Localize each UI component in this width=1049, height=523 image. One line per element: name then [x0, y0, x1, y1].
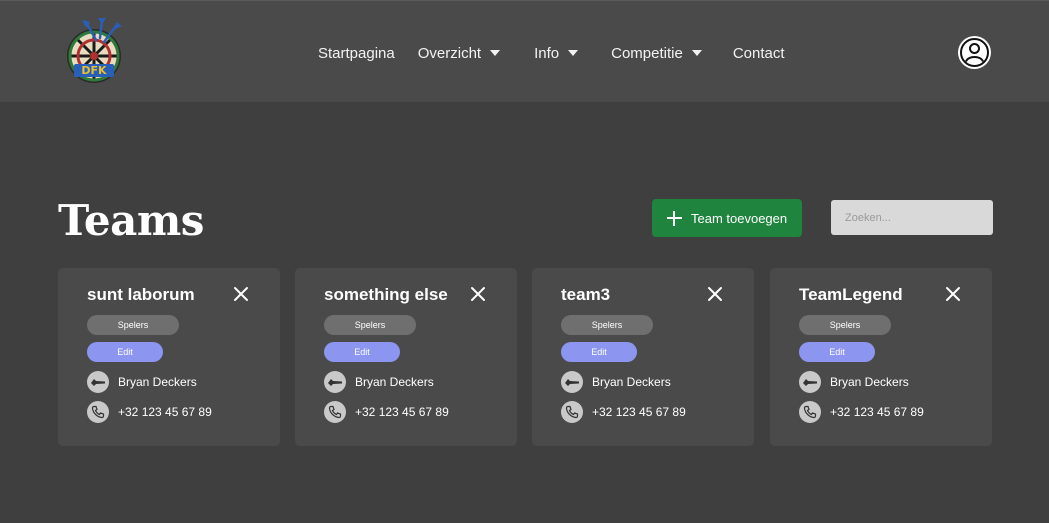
phone-icon	[324, 401, 346, 423]
nav-contact-label: Contact	[732, 44, 785, 62]
caret-down-icon	[568, 50, 579, 56]
captain-row: Bryan Deckers	[87, 371, 197, 393]
phone-row: +32 123 45 67 89	[799, 401, 924, 423]
team-name: team3	[561, 285, 611, 304]
captain-row: Bryan Deckers	[324, 371, 434, 393]
team-name: sunt laborum	[87, 285, 195, 304]
spelers-button[interactable]: Spelers	[561, 315, 653, 335]
search-input[interactable]	[831, 200, 993, 235]
close-icon[interactable]	[470, 286, 486, 302]
phone-number: +32 123 45 67 89	[592, 405, 686, 419]
caret-down-icon	[691, 50, 702, 56]
dart-icon	[324, 371, 346, 393]
spelers-button[interactable]: Spelers	[87, 315, 179, 335]
nav-overzicht-label: Overzicht	[417, 44, 482, 62]
caret-down-icon	[490, 50, 501, 56]
add-team-button[interactable]: Team toevoegen	[652, 199, 802, 237]
add-team-label: Team toevoegen	[691, 210, 788, 226]
spelers-button[interactable]: Spelers	[799, 315, 891, 335]
close-icon[interactable]	[233, 286, 249, 302]
captain-name: Bryan Deckers	[355, 375, 434, 389]
team-card: sunt laborum Spelers Edit Bryan Deckers …	[58, 268, 280, 446]
nav-overzicht-dropdown[interactable]: Overzicht	[417, 44, 501, 62]
nav-startpagina[interactable]: Startpagina	[318, 45, 395, 62]
dart-icon	[561, 371, 583, 393]
edit-button[interactable]: Edit	[87, 342, 163, 362]
nav-startpagina-label: Startpagina	[318, 44, 395, 62]
phone-number: +32 123 45 67 89	[118, 405, 212, 419]
dart-icon	[799, 371, 821, 393]
phone-icon	[561, 401, 583, 423]
close-icon[interactable]	[945, 286, 961, 302]
captain-name: Bryan Deckers	[830, 375, 909, 389]
dart-icon	[87, 371, 109, 393]
svg-text:DFK: DFK	[81, 64, 107, 77]
close-icon[interactable]	[707, 286, 723, 302]
nav-info-dropdown[interactable]: Info	[534, 44, 579, 62]
captain-name: Bryan Deckers	[118, 375, 197, 389]
edit-button[interactable]: Edit	[561, 342, 637, 362]
team-card: TeamLegend Spelers Edit Bryan Deckers +3…	[770, 268, 992, 446]
nav-info-label: Info	[534, 44, 560, 62]
edit-button[interactable]: Edit	[324, 342, 400, 362]
team-card: something else Spelers Edit Bryan Decker…	[295, 268, 517, 446]
captain-row: Bryan Deckers	[799, 371, 909, 393]
nav-competitie-label: Competitie	[611, 44, 683, 62]
nav-contact[interactable]: Contact	[733, 45, 785, 62]
phone-number: +32 123 45 67 89	[830, 405, 924, 419]
plus-icon	[667, 210, 682, 226]
team-name: something else	[324, 285, 448, 304]
captain-row: Bryan Deckers	[561, 371, 671, 393]
phone-icon	[799, 401, 821, 423]
edit-button[interactable]: Edit	[799, 342, 875, 362]
phone-row: +32 123 45 67 89	[561, 401, 686, 423]
phone-number: +32 123 45 67 89	[355, 405, 449, 419]
phone-row: +32 123 45 67 89	[324, 401, 449, 423]
nav-competitie-dropdown[interactable]: Competitie	[611, 45, 702, 62]
phone-icon	[87, 401, 109, 423]
navbar: DFK Startpagina Overzicht Info Competiti…	[0, 0, 1049, 102]
team-name: TeamLegend	[799, 285, 903, 304]
page-title: Teams	[58, 196, 204, 245]
captain-name: Bryan Deckers	[592, 375, 671, 389]
dart-logo-icon[interactable]: DFK	[60, 18, 128, 86]
spelers-button[interactable]: Spelers	[324, 315, 416, 335]
user-circle-icon[interactable]	[957, 35, 992, 70]
phone-row: +32 123 45 67 89	[87, 401, 212, 423]
team-card: team3 Spelers Edit Bryan Deckers +32 123…	[532, 268, 754, 446]
main-nav: Startpagina Overzicht Info Competitie Co…	[318, 42, 785, 64]
